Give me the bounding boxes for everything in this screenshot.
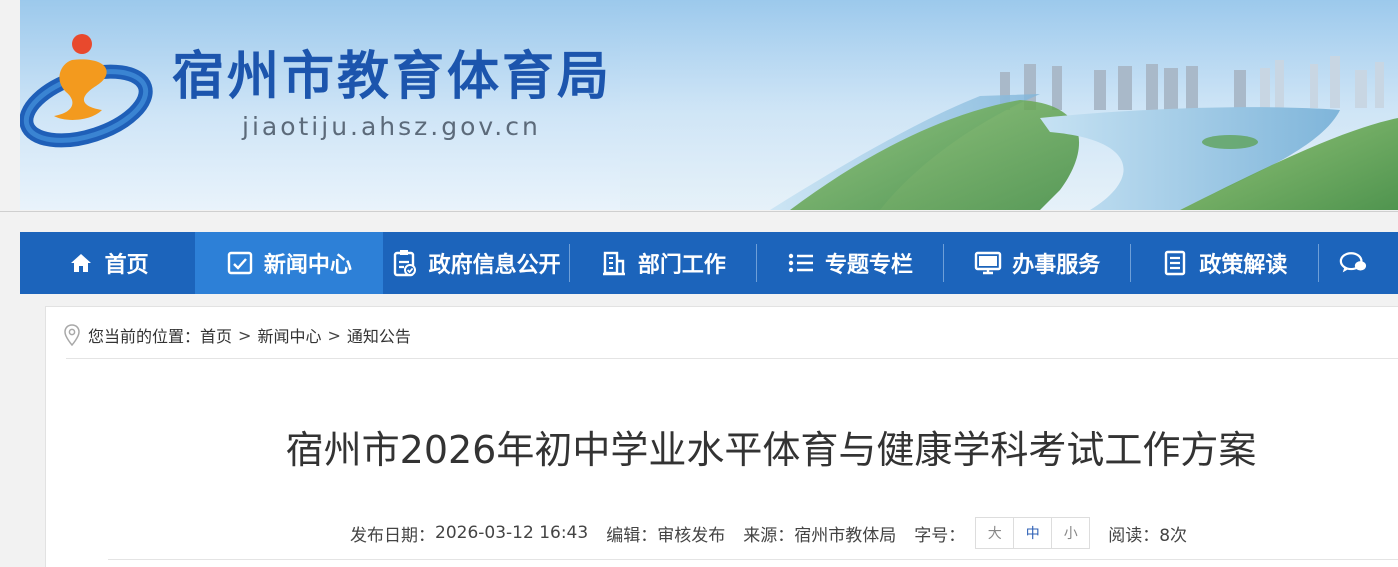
nav-item-home[interactable]: 首页 <box>20 232 195 294</box>
bureau-logo-icon[interactable] <box>20 30 160 150</box>
nav-item-label: 部门工作 <box>637 253 726 278</box>
font-size-large-button[interactable]: 大 <box>976 518 1013 548</box>
news-icon <box>226 249 254 277</box>
nav-item-label: 政策解读 <box>1199 253 1288 278</box>
site-banner: 宿州市教育体育局 jiaotiju.ahsz.gov.cn <box>20 0 1398 210</box>
breadcrumb-link-news[interactable]: 新闻中心 <box>257 323 321 347</box>
site-domain: jiaotiju.ahsz.gov.cn <box>242 112 541 141</box>
publish-date: 2026-03-12 16:43 <box>435 523 589 543</box>
editor-value: 审核发布 <box>657 525 726 546</box>
breadcrumb-link-notices[interactable]: 通知公告 <box>347 323 411 347</box>
breadcrumb-divider <box>66 358 1398 359</box>
font-size-small-button[interactable]: 小 <box>1051 518 1089 548</box>
location-pin-icon <box>64 324 80 346</box>
publish-date-label: 发布日期： <box>350 525 435 546</box>
nav-item-interaction[interactable] <box>1319 232 1398 294</box>
city-scenery-image <box>620 0 1398 210</box>
nav-item-label: 首页 <box>104 253 149 278</box>
source-label: 来源： <box>743 525 795 546</box>
source-value: 宿州市教体局 <box>794 525 897 546</box>
article-panel: 您当前的位置： 首页 > 新闻中心 > 通知公告 宿州市2026年初中学业水平体… <box>45 306 1398 567</box>
article-meta: 发布日期： 2026-03-12 16:43 编辑： 审核发布 来源： 宿州市教… <box>350 516 1187 550</box>
breadcrumb-separator: > <box>238 325 252 345</box>
document-icon <box>1161 249 1189 277</box>
breadcrumb-link-home[interactable]: 首页 <box>200 323 232 347</box>
read-count-label: 阅读： <box>1108 525 1160 546</box>
nav-item-services[interactable]: 办事服务 <box>944 232 1130 294</box>
article-title: 宿州市2026年初中学业水平体育与健康学科考试工作方案 <box>285 428 1257 472</box>
nav-item-label: 政府信息公开 <box>428 253 561 278</box>
read-count: 8次 <box>1159 525 1188 546</box>
font-size-label: 字号： <box>914 525 966 546</box>
clipboard-check-icon <box>391 249 419 277</box>
nav-item-topics[interactable]: 专题专栏 <box>757 232 943 294</box>
breadcrumb: 您当前的位置： 首页 > 新闻中心 > 通知公告 <box>64 323 411 347</box>
nav-item-gov-info[interactable]: 政府信息公开 <box>383 232 569 294</box>
main-nav: 首页 新闻中心 政府信息公开 部门工作 专题专栏 办事服务 政策解读 <box>20 232 1398 294</box>
home-icon <box>67 249 95 277</box>
meta-divider <box>108 559 1398 560</box>
monitor-icon <box>974 249 1002 277</box>
site-title[interactable]: 宿州市教育体育局 <box>172 46 612 108</box>
font-size-medium-button[interactable]: 中 <box>1013 518 1051 548</box>
breadcrumb-separator: > <box>327 325 341 345</box>
nav-item-policy[interactable]: 政策解读 <box>1131 232 1317 294</box>
nav-item-label: 办事服务 <box>1012 253 1101 278</box>
banner-divider <box>0 211 1398 212</box>
chat-icon <box>1339 249 1367 277</box>
editor-label: 编辑： <box>606 525 658 546</box>
breadcrumb-prefix: 您当前的位置： <box>88 327 201 346</box>
nav-item-news[interactable]: 新闻中心 <box>195 232 383 294</box>
nav-item-department[interactable]: 部门工作 <box>570 232 756 294</box>
building-icon <box>600 249 628 277</box>
nav-item-label: 新闻中心 <box>263 253 352 278</box>
list-icon <box>787 249 815 277</box>
font-size-switcher: 大 中 小 <box>975 517 1091 549</box>
nav-item-label: 专题专栏 <box>825 253 914 278</box>
